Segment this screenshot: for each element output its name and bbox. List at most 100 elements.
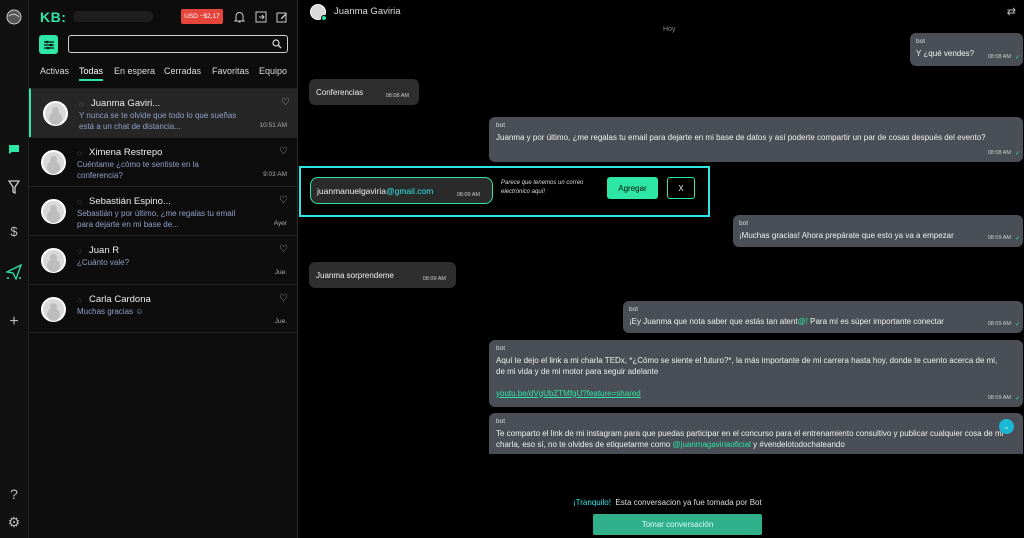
gear-icon[interactable]: ⚙ xyxy=(5,513,23,531)
avatar xyxy=(41,248,66,273)
balance-badge[interactable]: USD −$2,17 xyxy=(181,9,223,24)
avatar xyxy=(41,297,66,322)
list-item[interactable]: ◌ Sebastián Espino... Sebastián y por úl… xyxy=(29,186,297,235)
message-bubble: Juanma sorprendeme 08:09 AM xyxy=(309,262,456,288)
sender-label: bot xyxy=(496,122,506,129)
list-item[interactable]: ◌ Ximena Restrepo Cuéntame ¿cómo te sent… xyxy=(29,137,297,186)
conversation-sidebar: KB: USD −$2,17 Activas Todas En espera C… xyxy=(29,0,298,538)
sender-label: bot xyxy=(496,345,506,352)
bell-icon[interactable] xyxy=(232,10,246,24)
help-icon[interactable]: ? xyxy=(5,485,23,503)
contact-name: Ximena Restrepo xyxy=(89,147,163,158)
nav-rail: $ + ? ⚙ xyxy=(0,0,29,538)
contact-name: Juan R xyxy=(89,245,120,256)
double-check-icon: ✓ xyxy=(1014,395,1020,402)
message-preview: Y nunca se te olvide que todo lo que sue… xyxy=(79,111,237,131)
dismiss-email-button[interactable]: X xyxy=(667,177,695,199)
whatsapp-icon: ◌ xyxy=(77,296,82,305)
message-preview: Muchas gracias ☺ xyxy=(77,307,144,316)
online-indicator xyxy=(321,15,327,21)
heart-icon[interactable]: ♡ xyxy=(281,97,290,108)
tab-favoritas[interactable]: Favoritas xyxy=(212,66,249,76)
user-funnel-icon[interactable] xyxy=(5,178,23,196)
sender-label: bot xyxy=(629,306,639,313)
redacted-account xyxy=(73,11,153,22)
message-bubble: bot Te comparto el link de mi instagram … xyxy=(489,413,1023,454)
sender-label: bot xyxy=(739,220,749,227)
tab-cerradas[interactable]: Cerradas xyxy=(164,66,201,76)
contact-name: Juanma Gaviri... xyxy=(91,98,161,109)
email-detected-card: juanmanuelgaviria@gmail.com 08:09 AM Par… xyxy=(299,166,710,217)
message-text: Aquí te dejo el link a mi charla TEDx, *… xyxy=(496,355,998,377)
chat-icon[interactable] xyxy=(5,140,23,158)
take-conversation-button[interactable]: Tomar conversación xyxy=(593,514,762,535)
plus-icon[interactable]: + xyxy=(5,313,23,331)
tab-activas[interactable]: Activas xyxy=(40,66,69,76)
message-bubble: bot Y ¿qué vendes? 08:08 AM ✓ xyxy=(910,33,1023,66)
message-time: 08:09 AM xyxy=(987,320,1011,327)
sender-label: bot xyxy=(916,38,926,45)
avatar xyxy=(43,101,68,126)
heart-icon[interactable]: ♡ xyxy=(279,146,288,157)
list-item[interactable]: ◌ Carla Cardona Muchas gracias ☺ ♡ Jue. xyxy=(29,284,297,333)
list-item[interactable]: ◌ Juan R ¿Cuánto vale? ♡ Jue. xyxy=(29,235,297,284)
edit-icon[interactable] xyxy=(275,10,289,24)
conversation-taken-notice: ¡Tranquilo! Esta conversacion ya fue tom… xyxy=(573,498,762,507)
globe-icon[interactable] xyxy=(5,8,23,26)
message-time: 08:08 AM xyxy=(987,149,1011,156)
message-preview: Cuéntame ¿cómo te sentiste en la confere… xyxy=(77,160,199,180)
tab-equipo[interactable]: Equipo xyxy=(259,66,287,76)
avatar xyxy=(41,199,66,224)
message-text: Juanma y por último, ¿me regalas tu emai… xyxy=(496,132,986,142)
heart-icon[interactable]: ♡ xyxy=(279,244,288,255)
whatsapp-icon: ◌ xyxy=(77,198,82,207)
message-time: 08:09 AM xyxy=(422,275,446,282)
timestamp: 9:03 AM xyxy=(263,171,287,178)
email-pill: juanmanuelgaviria@gmail.com 08:09 AM xyxy=(310,177,493,204)
message-text-part: y #vendelotodochateando xyxy=(750,440,845,449)
dollar-icon[interactable]: $ xyxy=(5,222,23,240)
email-detected-note: Parece que tenemos un correo electrónico… xyxy=(501,180,584,195)
double-check-icon: ✓ xyxy=(1014,150,1020,157)
swap-icon[interactable]: ⇄ xyxy=(1007,5,1016,18)
message-text: Te comparto el link de mi instagram para… xyxy=(496,428,1016,451)
timestamp: Ayer xyxy=(273,220,287,227)
whatsapp-icon: ◌ xyxy=(79,100,84,109)
message-bubble: bot Juanma y por último, ¿me regalas tu … xyxy=(489,117,1023,162)
heart-icon[interactable]: ♡ xyxy=(279,195,288,206)
whatsapp-icon: ◌ xyxy=(77,149,82,158)
tab-en-espera[interactable]: En espera xyxy=(114,66,155,76)
filter-button[interactable] xyxy=(39,35,58,54)
logout-icon[interactable] xyxy=(254,10,268,24)
message-preview: ¿Cuánto vale? xyxy=(77,258,130,267)
message-bubble: bot ¡Muchas gracias! Ahora prepárate que… xyxy=(733,215,1023,247)
chat-contact-name: Juanma Gaviria xyxy=(334,6,401,17)
search-input[interactable] xyxy=(68,35,288,53)
avatar xyxy=(41,150,66,175)
double-check-icon: ✓ xyxy=(1014,54,1020,61)
scroll-down-button[interactable]: ⌄ xyxy=(999,419,1014,434)
message-bubble: bot ¡Ey Juanma que nota saber que estás … xyxy=(623,301,1023,333)
add-email-button[interactable]: Agregar xyxy=(607,177,658,199)
message-time: 08:09 AM xyxy=(987,234,1011,241)
message-bubble: Conferencias 08:08 AM xyxy=(309,79,419,105)
brand-label: KB: xyxy=(40,9,67,25)
double-check-icon: ✓ xyxy=(1014,321,1020,328)
message-bubble: bot Aquí te dejo el link a mi charla TED… xyxy=(489,340,1023,407)
message-time: 08:08 AM xyxy=(385,92,409,99)
message-time: 08:08 AM xyxy=(987,53,1011,60)
message-text-part: ¡Ey Juanma que nota saber que estás tan … xyxy=(629,316,798,326)
contact-name: Carla Cardona xyxy=(89,294,151,305)
heart-icon[interactable]: ♡ xyxy=(279,293,288,304)
tab-todas[interactable]: Todas xyxy=(79,66,104,81)
search-icon[interactable] xyxy=(270,37,284,51)
timestamp: Jue. xyxy=(274,269,287,276)
message-link[interactable]: youtu.be/dVgUbZTMfgU?feature=shared xyxy=(496,388,1016,400)
double-check-icon: ✓ xyxy=(1014,235,1020,242)
timestamp: Jue. xyxy=(274,318,287,325)
list-item[interactable]: ◌ Juanma Gaviri... Y nunca se te olvide … xyxy=(29,88,297,137)
message-text-part: Para mí es súper importante conectar xyxy=(807,316,944,326)
day-separator: Hoy xyxy=(663,26,676,33)
send-icon[interactable] xyxy=(5,263,23,281)
tranquilo-label: ¡Tranquilo! xyxy=(573,498,611,507)
